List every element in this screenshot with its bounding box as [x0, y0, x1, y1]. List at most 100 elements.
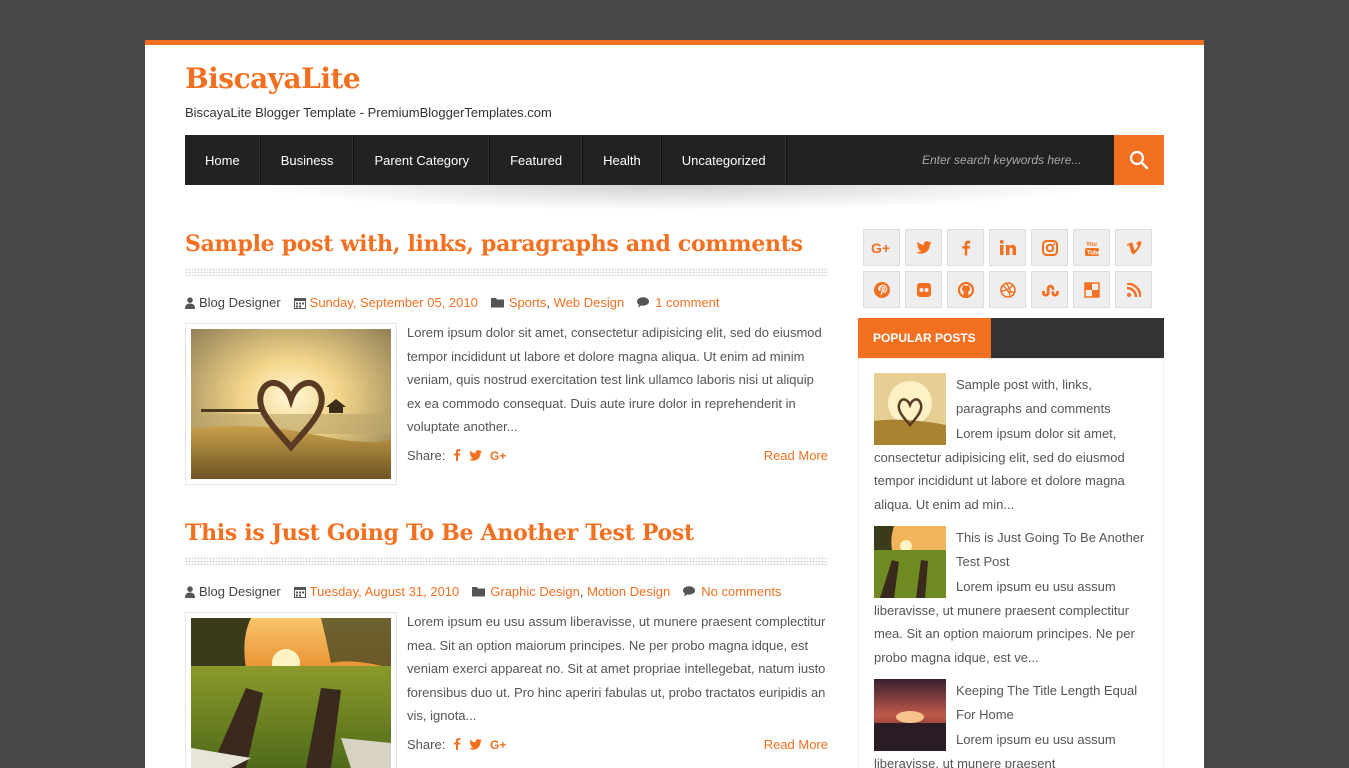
- search-icon: [1129, 150, 1149, 170]
- popular-post-thumbnail[interactable]: [874, 373, 946, 445]
- post-comments: 1 comment: [637, 295, 720, 310]
- nav-item-featured[interactable]: Featured: [490, 135, 584, 185]
- twitter-share-icon[interactable]: [469, 449, 483, 461]
- popular-post-thumbnail[interactable]: [874, 526, 946, 598]
- popular-post-item: Keeping The Title Length Equal For Home …: [874, 679, 1148, 768]
- twitter-share-icon[interactable]: [469, 738, 483, 750]
- social-icons: G+ You Tube: [863, 229, 1153, 308]
- svg-text:You: You: [1086, 242, 1097, 248]
- post-author: Blog Designer: [185, 584, 281, 599]
- read-more-link[interactable]: Read More: [764, 733, 828, 757]
- post-meta: Blog Designer Sunday, September 05, 2010…: [185, 295, 828, 310]
- twitter-icon[interactable]: [905, 229, 942, 266]
- popular-posts-title: POPULAR POSTS: [858, 318, 991, 358]
- site-title[interactable]: BiscayaLite: [185, 62, 361, 95]
- label-separator: ,: [579, 584, 584, 599]
- share-label: Share:: [407, 447, 446, 463]
- folder-icon: [472, 587, 486, 597]
- youtube-icon[interactable]: You Tube: [1073, 229, 1110, 266]
- popular-post-item: This is Just Going To Be Another Test Po…: [874, 526, 1148, 669]
- author-name[interactable]: Blog Designer: [199, 584, 281, 599]
- dribbble-icon[interactable]: [989, 271, 1026, 308]
- post-card: This is Just Going To Be Another Test Po…: [185, 520, 828, 768]
- google-plus-share-icon[interactable]: G+: [490, 449, 508, 461]
- page-container: BiscayaLite BiscayaLite Blogger Template…: [145, 40, 1204, 768]
- github-icon[interactable]: [947, 271, 984, 308]
- linkedin-icon[interactable]: [989, 229, 1026, 266]
- post-body: Lorem ipsum dolor sit amet, consectetur …: [185, 323, 828, 485]
- nav-item-home[interactable]: Home: [185, 135, 261, 185]
- grass-sunset-image: [191, 618, 391, 768]
- facebook-share-icon[interactable]: [453, 449, 461, 462]
- nav-item-business[interactable]: Business: [261, 135, 355, 185]
- main-nav: Home Business Parent Category Featured H…: [185, 135, 1164, 185]
- rss-icon[interactable]: [1115, 271, 1152, 308]
- svg-text:G+: G+: [871, 241, 890, 255]
- post-excerpt: Lorem ipsum eu usu assum liberavisse, ut…: [407, 614, 826, 723]
- post-labels: Graphic Design, Motion Design: [472, 584, 670, 599]
- calendar-icon: [293, 297, 306, 309]
- post-labels: Sports, Web Design: [490, 295, 625, 310]
- share-label: Share:: [407, 736, 446, 752]
- label-link[interactable]: Sports: [509, 295, 547, 310]
- post-date: Sunday, September 05, 2010: [293, 295, 478, 310]
- post-excerpt-block: Lorem ipsum dolor sit amet, consectetur …: [407, 323, 828, 485]
- comments-link[interactable]: 1 comment: [655, 295, 719, 310]
- share-row: Share: G+ Read More: [407, 444, 828, 468]
- date-link[interactable]: Sunday, September 05, 2010: [310, 295, 478, 310]
- post-comments: No comments: [683, 584, 781, 599]
- calendar-icon: [293, 586, 306, 598]
- post-body: Lorem ipsum eu usu assum liberavisse, ut…: [185, 612, 828, 768]
- read-more-link[interactable]: Read More: [764, 444, 828, 468]
- label-separator: ,: [546, 295, 551, 310]
- nav-item-health[interactable]: Health: [583, 135, 662, 185]
- post-excerpt: Lorem ipsum dolor sit amet, consectetur …: [407, 325, 822, 434]
- post-card: Sample post with, links, paragraphs and …: [185, 231, 828, 485]
- user-icon: [185, 585, 195, 598]
- popular-post-item: Sample post with, links, paragraphs and …: [874, 373, 1148, 516]
- svg-text:Tube: Tube: [1087, 250, 1100, 256]
- folder-icon: [490, 298, 504, 308]
- nav-search: [920, 135, 1164, 185]
- post-title[interactable]: Sample post with, links, paragraphs and …: [185, 231, 828, 257]
- post-thumbnail[interactable]: [185, 323, 397, 485]
- post-excerpt-block: Lorem ipsum eu usu assum liberavisse, ut…: [407, 612, 828, 768]
- comments-link[interactable]: No comments: [701, 584, 781, 599]
- post-date: Tuesday, August 31, 2010: [293, 584, 460, 599]
- pinterest-icon[interactable]: [863, 271, 900, 308]
- nav-item-uncategorized[interactable]: Uncategorized: [662, 135, 787, 185]
- search-button[interactable]: [1114, 135, 1164, 185]
- dotted-divider: [185, 268, 828, 276]
- google-plus-share-icon[interactable]: G+: [490, 738, 508, 750]
- post-author: Blog Designer: [185, 295, 281, 310]
- post-thumbnail[interactable]: [185, 612, 397, 768]
- author-name[interactable]: Blog Designer: [199, 295, 281, 310]
- post-title[interactable]: This is Just Going To Be Another Test Po…: [185, 520, 828, 546]
- comments-icon: [637, 297, 650, 308]
- delicious-icon[interactable]: [1073, 271, 1110, 308]
- popular-post-thumbnail[interactable]: [874, 679, 946, 751]
- label-link[interactable]: Graphic Design: [490, 584, 580, 599]
- popular-posts-header: POPULAR POSTS: [858, 318, 1164, 358]
- facebook-icon[interactable]: [947, 229, 984, 266]
- google-plus-icon[interactable]: G+: [863, 229, 900, 266]
- svg-text:G+: G+: [490, 449, 506, 461]
- label-link[interactable]: Web Design: [554, 295, 625, 310]
- instagram-icon[interactable]: [1031, 229, 1068, 266]
- popular-posts-list: Sample post with, links, paragraphs and …: [858, 358, 1164, 768]
- search-input[interactable]: [920, 152, 1104, 168]
- vimeo-icon[interactable]: [1115, 229, 1152, 266]
- user-icon: [185, 296, 195, 309]
- post-meta: Blog Designer Tuesday, August 31, 2010 G…: [185, 584, 828, 599]
- svg-text:G+: G+: [490, 738, 506, 750]
- label-link[interactable]: Motion Design: [587, 584, 670, 599]
- flickr-icon[interactable]: [905, 271, 942, 308]
- date-link[interactable]: Tuesday, August 31, 2010: [310, 584, 460, 599]
- nav-shadow: [245, 185, 1105, 211]
- dotted-divider: [185, 557, 828, 565]
- facebook-share-icon[interactable]: [453, 738, 461, 751]
- share-row: Share: G+ Read More: [407, 733, 828, 757]
- nav-item-parent-category[interactable]: Parent Category: [354, 135, 491, 185]
- comments-icon: [683, 586, 696, 597]
- stumbleupon-icon[interactable]: [1031, 271, 1068, 308]
